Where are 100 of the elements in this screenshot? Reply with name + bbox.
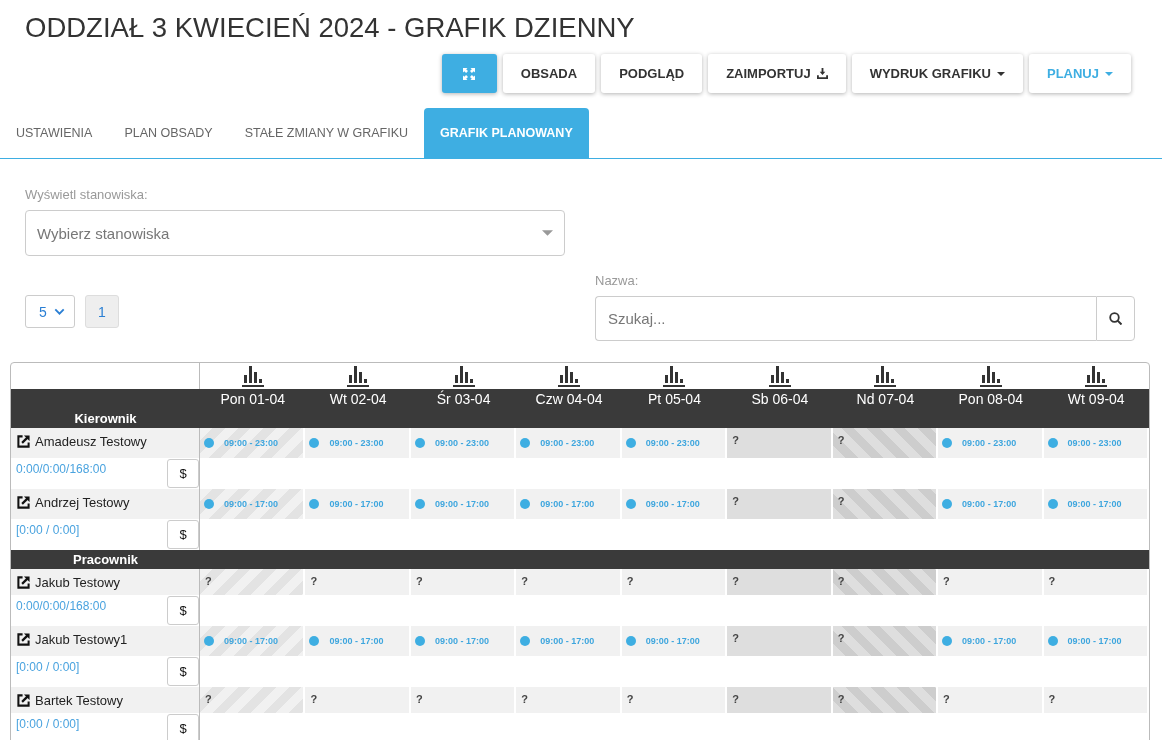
page-size-select[interactable]: 5: [25, 295, 75, 328]
dollar-button[interactable]: $: [167, 520, 199, 549]
day-header: Wt 02-04: [328, 390, 388, 409]
shift-cell[interactable]: ?: [832, 569, 939, 595]
day-header: Sb 06-04: [750, 390, 810, 409]
status-dot-icon: [942, 438, 953, 448]
status-dot-icon: [1047, 636, 1058, 646]
external-link-icon[interactable]: [17, 576, 30, 589]
status-dot-icon: [309, 636, 320, 646]
employee-name: Andrzej Testowy: [35, 495, 130, 511]
employee-name: Jakub Testowy1: [35, 632, 128, 648]
field-label: Wyświetl stanowiska:: [25, 187, 149, 203]
shift-cell[interactable]: ?: [832, 626, 939, 656]
status-dot-icon: [204, 499, 214, 509]
external-link-icon[interactable]: [17, 435, 30, 448]
tab[interactable]: STAŁE ZMIANY W GRAFIKU: [228, 108, 425, 158]
shift-cell[interactable]: ?: [727, 569, 833, 595]
search-field[interactable]: Szukaj...: [595, 296, 1096, 341]
employee-name: Bartek Testowy: [35, 693, 123, 709]
shift-cell[interactable]: ?: [1043, 687, 1149, 713]
hours-summary: [0:00 / 0:00]: [16, 523, 80, 537]
shift-cell[interactable]: ?: [832, 428, 939, 458]
import-button[interactable]: ZAIMPORTUJ: [708, 54, 846, 93]
shift-cell[interactable]: ?: [832, 489, 939, 519]
shift-cell[interactable]: ?: [200, 569, 306, 595]
status-dot-icon: [942, 499, 953, 509]
external-link-icon[interactable]: [17, 496, 30, 509]
toolbar-button[interactable]: OBSADA: [502, 54, 596, 93]
hours-summary: [0:00 / 0:00]: [16, 717, 80, 731]
dollar-button[interactable]: $: [167, 657, 199, 686]
shift-cell[interactable]: ?: [938, 569, 1044, 595]
shift-cell[interactable]: ?: [200, 687, 306, 713]
shift-cell[interactable]: ?: [938, 687, 1044, 713]
tab[interactable]: USTAWIENIA: [0, 108, 109, 158]
status-dot-icon: [520, 636, 531, 646]
dollar-button[interactable]: $: [167, 459, 199, 488]
bar-chart-icon[interactable]: [558, 365, 581, 387]
caret-icon: [997, 71, 1005, 76]
shift-cell[interactable]: ?: [410, 687, 517, 713]
toolbar-button[interactable]: PODGLĄD: [601, 54, 703, 93]
dollar-button[interactable]: $: [167, 714, 199, 740]
shift-cell[interactable]: ?: [727, 626, 833, 656]
day-header: Pon 08-04: [957, 390, 1025, 409]
bar-chart-icon[interactable]: [768, 365, 791, 387]
shift-cell[interactable]: ?: [621, 687, 728, 713]
dollar-button[interactable]: $: [167, 596, 199, 625]
day-header: Wt 09-04: [1066, 390, 1126, 409]
page-title: ODDZIAŁ 3 KWIECIEŃ 2024 - GRAFIK DZIENNY: [24, 11, 636, 45]
search-button[interactable]: [1096, 296, 1135, 341]
shift-cell[interactable]: ?: [727, 428, 833, 458]
status-dot-icon: [1047, 499, 1058, 509]
shift-cell[interactable]: ?: [727, 687, 833, 713]
shift-cell[interactable]: ?: [305, 569, 411, 595]
shift-cell[interactable]: ?: [516, 569, 622, 595]
day-header: Czw 04-04: [534, 390, 604, 409]
status-dot-icon: [625, 438, 636, 448]
shift-cell[interactable]: ?: [410, 569, 517, 595]
shift-cell[interactable]: ?: [516, 687, 622, 713]
bar-chart-icon[interactable]: [452, 365, 475, 387]
status-dot-icon: [309, 438, 320, 448]
status-dot-icon: [942, 636, 953, 646]
day-header: Pon 01-04: [219, 390, 286, 409]
shift-cell[interactable]: ?: [621, 569, 728, 595]
bar-chart-icon[interactable]: [347, 365, 370, 387]
bar-chart-icon[interactable]: [874, 365, 897, 387]
group-label: Pracownik: [72, 551, 139, 569]
shift-cell[interactable]: ?: [727, 489, 833, 519]
day-header: Śr 03-04: [435, 389, 492, 409]
bar-chart-icon[interactable]: [979, 365, 1002, 387]
status-dot-icon: [625, 636, 636, 646]
expand-icon: [463, 67, 476, 80]
shift-cell[interactable]: ?: [305, 687, 411, 713]
external-link-icon[interactable]: [17, 694, 30, 707]
hours-summary: [0:00 / 0:00]: [16, 660, 80, 674]
tray-arrow-icon: [816, 68, 828, 79]
day-header: Nd 07-04: [855, 390, 916, 409]
employee-name: Jakub Testowy: [35, 575, 121, 591]
employee-name: Amadeusz Testowy: [35, 434, 147, 450]
bar-chart-icon[interactable]: [1085, 365, 1108, 387]
tab[interactable]: PLAN OBSADY: [108, 108, 229, 158]
status-dot-icon: [520, 499, 531, 509]
caret-icon: [542, 230, 553, 236]
external-link-icon[interactable]: [17, 633, 30, 646]
chevron-down-icon: [53, 308, 65, 315]
caret-icon: [1105, 71, 1113, 76]
hours-summary: 0:00/0:00/168:00: [16, 462, 107, 476]
bar-chart-icon[interactable]: [663, 365, 686, 387]
status-dot-icon: [414, 438, 425, 448]
status-dot-icon: [625, 499, 636, 509]
positions-select[interactable]: Wybierz stanowiska: [25, 210, 565, 256]
day-header: Pt 05-04: [647, 390, 702, 409]
page-button[interactable]: 1: [85, 295, 119, 328]
field-label: Nazwa:: [595, 273, 640, 289]
dropdown-button[interactable]: WYDRUK GRAFIKU: [851, 54, 1023, 93]
shift-cell[interactable]: ?: [832, 687, 939, 713]
status-dot-icon: [414, 499, 425, 509]
status-dot-icon: [204, 438, 214, 448]
shift-cell[interactable]: ?: [1043, 569, 1149, 595]
bar-chart-icon[interactable]: [241, 365, 264, 387]
status-dot-icon: [1047, 438, 1058, 448]
